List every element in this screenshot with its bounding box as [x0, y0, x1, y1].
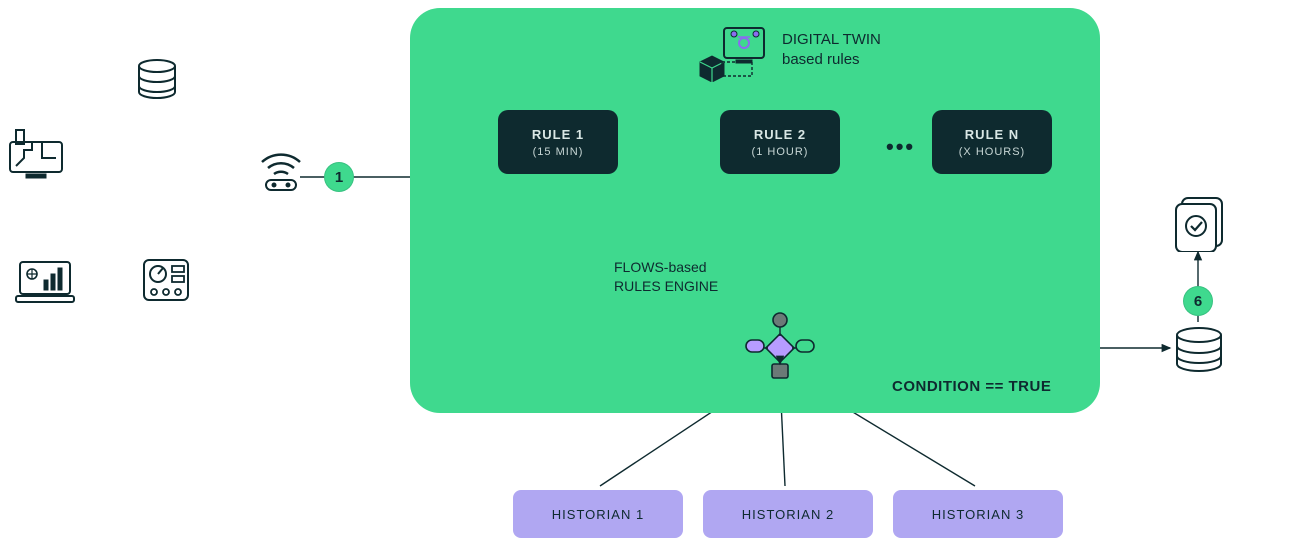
output-database-icon [1172, 326, 1226, 376]
rule-1-sub: (15 MIN) [533, 146, 584, 158]
historian-1-label: HISTORIAN 1 [552, 507, 644, 522]
rule-n-title: RULE N [965, 127, 1019, 142]
digital-twin-label: DIGITAL TWIN based rules [782, 30, 881, 69]
flows-engine-label-line2: RULES ENGINE [614, 277, 718, 296]
historian-box-1: HISTORIAN 1 [513, 490, 683, 538]
rule-box-n: RULE N (X HOURS) [932, 110, 1052, 174]
step-badge-6: 6 [1183, 286, 1213, 316]
rule-n-sub: (X HOURS) [959, 146, 1025, 158]
analytics-laptop-icon [14, 258, 76, 306]
output-tablet-icon [1170, 196, 1228, 252]
rule-2-sub: (1 HOUR) [752, 146, 809, 158]
flows-engine-label: FLOWS-based RULES ENGINE [614, 258, 718, 296]
condition-label: CONDITION == TRUE [892, 378, 1051, 395]
digital-twin-label-line1: DIGITAL TWIN [782, 30, 881, 50]
flows-engine-label-line1: FLOWS-based [614, 258, 718, 277]
diagram-stage: DIGITAL TWIN based rules RULE 1 (15 MIN)… [0, 0, 1289, 558]
rule-2-title: RULE 2 [754, 127, 806, 142]
step-6-number: 6 [1194, 293, 1202, 310]
historian-box-2: HISTORIAN 2 [703, 490, 873, 538]
rule-box-1: RULE 1 (15 MIN) [498, 110, 618, 174]
rule-box-2: RULE 2 (1 HOUR) [720, 110, 840, 174]
historian-box-3: HISTORIAN 3 [893, 490, 1063, 538]
factory-monitor-icon [6, 128, 66, 182]
database-icon [134, 58, 180, 104]
step-1-number: 1 [335, 169, 343, 186]
sensor-meter-icon [140, 254, 192, 306]
digital-twin-label-line2: based rules [782, 50, 881, 70]
wifi-router-icon [254, 148, 308, 194]
digital-twin-icon [690, 22, 770, 82]
historian-3-label: HISTORIAN 3 [932, 507, 1024, 522]
historian-2-label: HISTORIAN 2 [742, 507, 834, 522]
step-badge-1: 1 [324, 162, 354, 192]
rule-1-title: RULE 1 [532, 127, 584, 142]
rule-ellipsis: ••• [886, 134, 915, 160]
flows-engine-icon [740, 310, 820, 380]
